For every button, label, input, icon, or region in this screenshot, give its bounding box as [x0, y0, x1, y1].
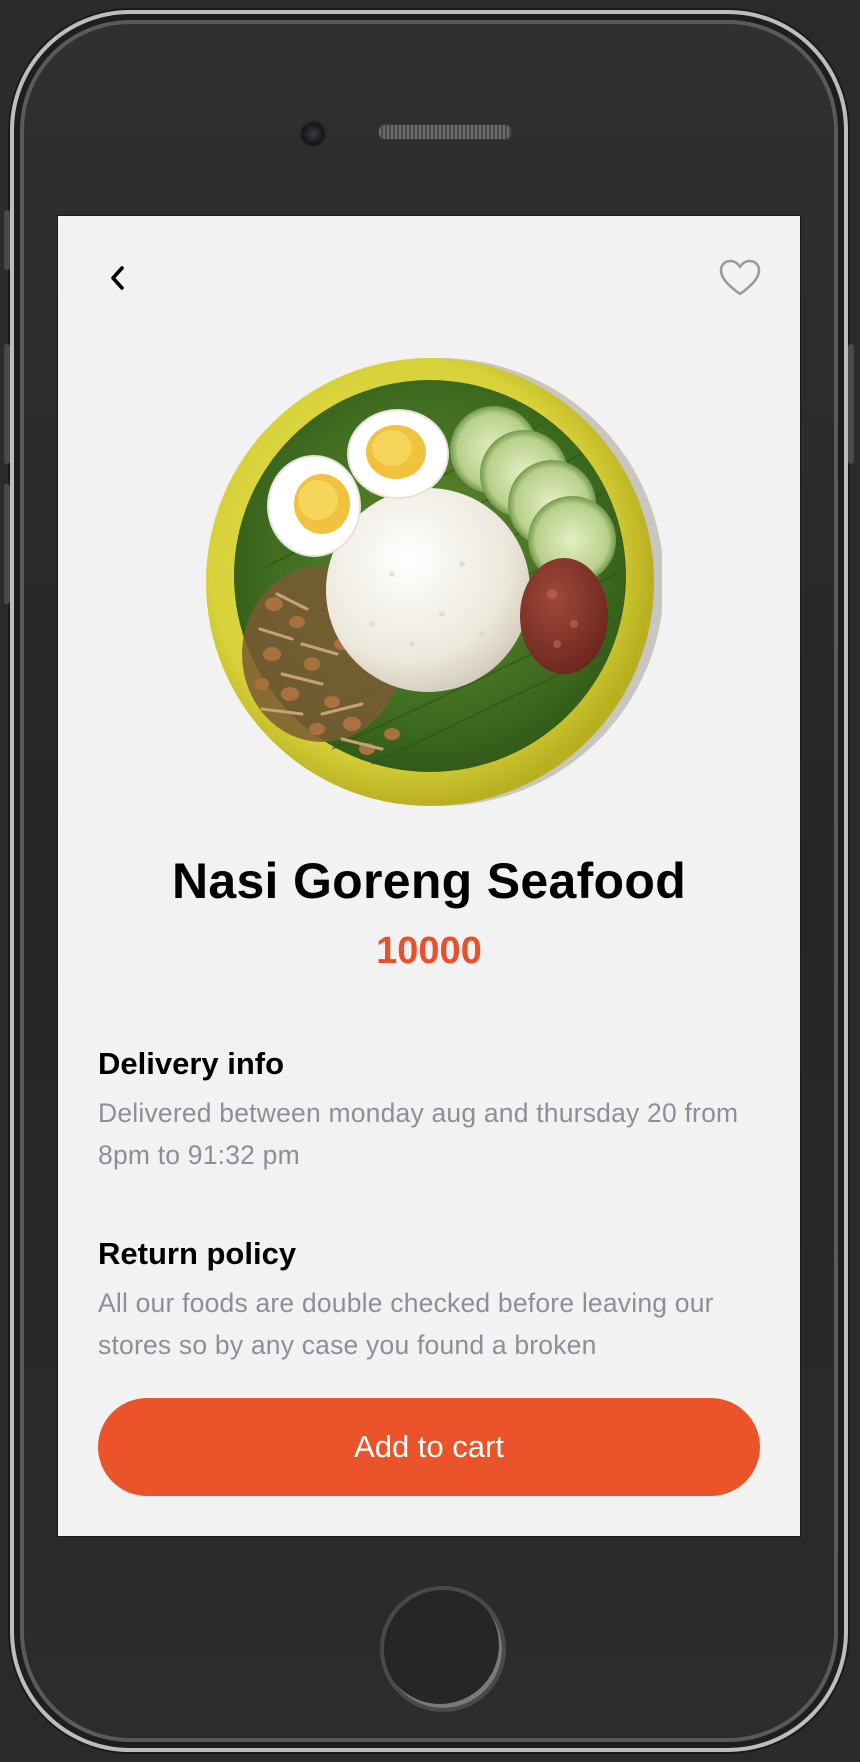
delivery-info-heading: Delivery info	[98, 1046, 285, 1081]
earpiece-speaker	[378, 124, 512, 140]
phone-side-button	[4, 344, 10, 464]
return-policy-heading: Return policy	[98, 1236, 297, 1271]
phone-side-button	[4, 210, 10, 270]
return-policy-text: All our foods are double checked before …	[98, 1288, 714, 1360]
add-to-cart-button[interactable]: Add to cart	[98, 1398, 760, 1496]
product-detail-screen: Nasi Goreng Seafood 10000 Delivery info …	[58, 216, 800, 1536]
product-price: 10000	[376, 930, 482, 972]
chevron-left-icon	[111, 266, 124, 290]
heart-outline-icon	[719, 259, 761, 296]
home-button[interactable]	[380, 1586, 506, 1712]
delivery-info-text: Delivered between monday aug and thursda…	[98, 1098, 739, 1170]
product-image	[202, 354, 664, 814]
food-plate-illustration	[206, 358, 664, 806]
favorite-button[interactable]	[716, 256, 764, 300]
phone-side-button	[848, 344, 854, 464]
front-camera	[299, 120, 327, 148]
phone-side-button	[4, 484, 10, 604]
product-title: Nasi Goreng Seafood	[171, 853, 687, 909]
back-button[interactable]	[96, 256, 140, 300]
